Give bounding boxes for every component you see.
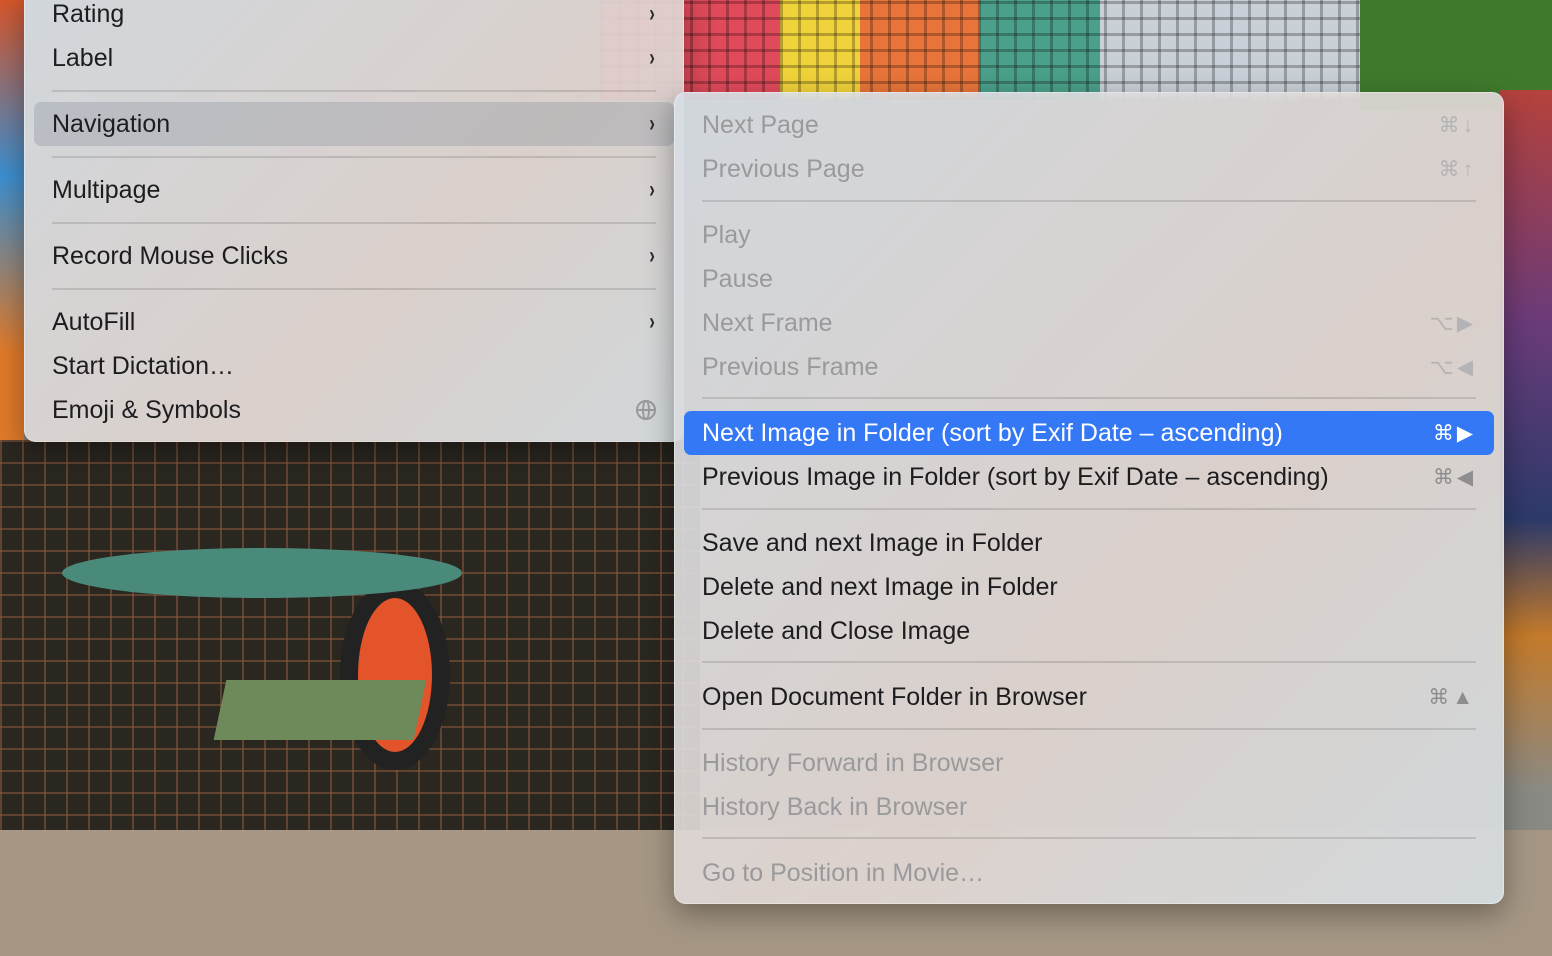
- shortcut-label: ⌘↓: [1438, 113, 1476, 137]
- menu-item-label: Previous Image in Folder (sort by Exif D…: [702, 462, 1329, 491]
- menu-item-label: Delete and Close Image: [702, 616, 971, 645]
- menu-item-label: History Forward in Browser: [702, 748, 1004, 777]
- poster-wall: [1500, 90, 1552, 870]
- menu-item-label: Delete and next Image in Folder: [702, 572, 1058, 601]
- menu-item-delete-and-next-image[interactable]: Delete and next Image in Folder: [684, 565, 1494, 609]
- menu-item-label: Emoji & Symbols: [52, 395, 241, 424]
- chevron-right-icon: ›: [649, 308, 655, 335]
- menu-separator: [52, 288, 656, 290]
- menu-separator: [702, 508, 1476, 510]
- menu-item-history-back[interactable]: History Back in Browser: [684, 785, 1494, 829]
- chevron-right-icon: ›: [649, 176, 655, 203]
- menu-item-label: Pause: [702, 264, 773, 293]
- menu-item-label: Open Document Folder in Browser: [702, 682, 1087, 711]
- chevron-right-icon: ›: [649, 0, 655, 27]
- menu-item-previous-page[interactable]: Previous Page ⌘↑: [684, 147, 1494, 191]
- wheel: [340, 580, 450, 770]
- shortcut-label: ⌘▶: [1432, 421, 1476, 445]
- menu-item-next-image-in-folder[interactable]: Next Image in Folder (sort by Exif Date …: [684, 411, 1494, 455]
- navigation-submenu: Next Page ⌘↓ Previous Page ⌘↑ Play Pause…: [674, 92, 1504, 904]
- chevron-right-icon: ›: [649, 242, 655, 269]
- crates-area: [600, 0, 1380, 100]
- menu-item-label: Previous Frame: [702, 352, 879, 381]
- table: [62, 548, 462, 598]
- menu-item-label: Start Dictation…: [52, 351, 235, 380]
- chevron-right-icon: ›: [649, 110, 655, 137]
- chair: [213, 680, 427, 740]
- menu-item-autofill[interactable]: AutoFill ›: [34, 300, 674, 344]
- menu-item-previous-image-in-folder[interactable]: Previous Image in Folder (sort by Exif D…: [684, 455, 1494, 499]
- menu-item-save-and-next-image[interactable]: Save and next Image in Folder: [684, 521, 1494, 565]
- menu-separator: [702, 200, 1476, 202]
- menu-item-previous-frame[interactable]: Previous Frame ⌥◀: [684, 345, 1494, 389]
- menu-separator: [702, 837, 1476, 839]
- menu-item-label: Navigation: [52, 109, 171, 138]
- menu-item-pause[interactable]: Pause: [684, 257, 1494, 301]
- menu-item-go-to-position-in-movie[interactable]: Go to Position in Movie…: [684, 851, 1494, 895]
- menu-item-emoji-symbols[interactable]: Emoji & Symbols: [34, 388, 674, 432]
- shortcut-label: ⌥▶: [1429, 311, 1476, 335]
- menu-separator: [702, 397, 1476, 399]
- shortcut-label: ⌥◀: [1429, 355, 1476, 379]
- parent-menu: Rating › Label › Navigation › Multipage …: [24, 0, 684, 442]
- menu-item-start-dictation[interactable]: Start Dictation…: [34, 344, 674, 388]
- menu-separator: [52, 156, 656, 158]
- menu-item-rating[interactable]: Rating ›: [34, 0, 674, 36]
- menu-item-label: Save and next Image in Folder: [702, 528, 1043, 557]
- left-edge-area: [0, 0, 24, 440]
- shortcut-label: ⌘↑: [1438, 157, 1476, 181]
- menu-item-label: Play: [702, 220, 751, 249]
- menu-item-label: Next Frame: [702, 308, 833, 337]
- menu-separator: [702, 661, 1476, 663]
- menu-separator: [52, 222, 656, 224]
- menu-item-delete-and-close-image[interactable]: Delete and Close Image: [684, 609, 1494, 653]
- menu-item-label: Go to Position in Movie…: [702, 858, 985, 887]
- menu-item-label: Rating: [52, 0, 125, 28]
- menu-item-multipage[interactable]: Multipage ›: [34, 168, 674, 212]
- menu-item-navigation[interactable]: Navigation ›: [34, 102, 674, 146]
- menu-item-label: Next Page: [702, 110, 819, 139]
- menu-separator: [702, 728, 1476, 730]
- shortcut-label: ⌘▲: [1428, 685, 1476, 709]
- menu-item-open-document-folder[interactable]: Open Document Folder in Browser ⌘▲: [684, 675, 1494, 719]
- globe-icon: [636, 400, 656, 420]
- menu-item-label: AutoFill: [52, 307, 136, 336]
- menu-item-label: Previous Page: [702, 154, 865, 183]
- menu-item-history-forward[interactable]: History Forward in Browser: [684, 741, 1494, 785]
- menu-item-play[interactable]: Play: [684, 213, 1494, 257]
- shortcut-label: ⌘◀: [1432, 465, 1476, 489]
- menu-item-label: History Back in Browser: [702, 792, 968, 821]
- chevron-right-icon: ›: [649, 44, 655, 71]
- menu-item-label: Next Image in Folder (sort by Exif Date …: [702, 418, 1283, 447]
- menu-item-label: Record Mouse Clicks: [52, 241, 289, 270]
- menu-separator: [52, 90, 656, 92]
- menu-item-record-mouse-clicks[interactable]: Record Mouse Clicks ›: [34, 234, 674, 278]
- menu-item-label[interactable]: Label ›: [34, 36, 674, 80]
- menu-item-label: Multipage: [52, 175, 161, 204]
- menu-item-next-page[interactable]: Next Page ⌘↓: [684, 103, 1494, 147]
- menu-item-next-frame[interactable]: Next Frame ⌥▶: [684, 301, 1494, 345]
- menu-item-label-text: Label: [52, 43, 114, 72]
